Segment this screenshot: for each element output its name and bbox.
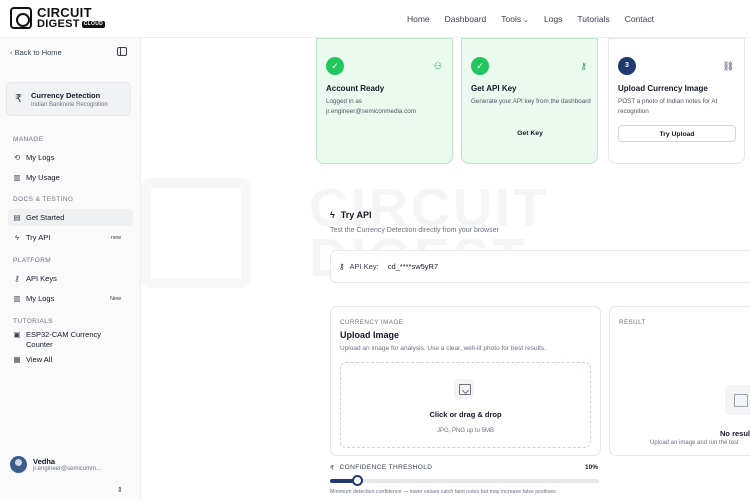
link-icon: ⛓ — [722, 61, 734, 71]
user-email: jr.engineer@semicomm... — [33, 466, 102, 472]
history-icon: ⟲ — [13, 153, 21, 162]
project-subtitle: Indian Banknote Recognition — [31, 102, 108, 108]
api-key-label: API Key: — [349, 262, 379, 271]
new-badge: New — [109, 295, 121, 302]
grid-icon: ▦ — [13, 355, 21, 364]
confidence-help: Minimum detection confidence — lower val… — [330, 489, 556, 495]
step-desc: Generate your API key from the dashboard — [471, 98, 591, 105]
bar-chart-icon: ▥ — [13, 294, 21, 303]
check-icon: ✓ — [326, 57, 344, 75]
step-card-upload: 3 ⛓ Upload Currency Image POST a photo o… — [608, 38, 745, 164]
step-card-api-key: ✓ ⚷ Get API Key Generate your API key fr… — [461, 38, 598, 164]
dropzone-title: Click or drag & drop — [429, 410, 502, 419]
upload-description: Upload an image for analysis. Use a clea… — [340, 345, 546, 352]
rupee-icon: ₹ — [330, 465, 335, 472]
rupee-icon: ₹ — [15, 93, 22, 105]
top-nav: Home Dashboard Tools ⌄ Logs Tutorials Con… — [407, 14, 654, 24]
result-empty-title: No resul — [720, 429, 750, 438]
circuit-digest-logo[interactable]: CIRCUIT DIGEST CLOUD — [10, 6, 106, 30]
try-api-subtitle: Test the Currency Detection directly fro… — [330, 227, 499, 234]
step-desc: POST a photo of Indian notes for AI reco… — [618, 98, 718, 115]
section-manage: MANAGE — [13, 136, 44, 143]
confidence-value: 10% — [585, 464, 599, 471]
key-icon: ⚷ — [580, 61, 587, 71]
step-title: Account Ready — [326, 84, 385, 93]
collapse-sidebar-icon[interactable] — [117, 47, 127, 56]
step-desc: Logged in as jr.engineer@semiconmedia.co… — [326, 98, 417, 115]
chevron-up-down-icon[interactable]: ⇕ — [117, 486, 123, 494]
result-label: RESULT — [619, 319, 646, 326]
sidebar-item-my-logs-platform[interactable]: ▥ My Logs New — [8, 290, 133, 307]
chevron-down-icon: ⌄ — [523, 17, 529, 24]
watermark-chip — [141, 178, 251, 288]
project-card[interactable]: ₹ Currency Detection Indian Banknote Rec… — [6, 82, 131, 116]
step-card-account: ✓ ⚇ Account Ready Logged in as jr.engine… — [316, 38, 453, 164]
upload-card: CURRENCY IMAGE Upload Image Upload an im… — [330, 306, 601, 456]
key-icon: ⚷ — [14, 274, 20, 283]
image-icon — [454, 379, 474, 399]
nav-contact[interactable]: Contact — [625, 14, 654, 24]
step-title: Upload Currency Image — [618, 84, 708, 93]
user-name: Vedha — [33, 457, 56, 466]
chip-logo-icon — [10, 7, 32, 29]
try-api-heading: ϟ Try API — [330, 210, 372, 220]
check-icon: ✓ — [471, 57, 489, 75]
user-menu[interactable]: Vedha jr.engineer@semicomm... — [10, 456, 101, 473]
upload-title: Upload Image — [340, 330, 400, 340]
step-title: Get API Key — [471, 84, 517, 93]
section-platform: PLATFORM — [13, 257, 52, 264]
api-key-field[interactable]: ⚷ API Key: cd_****sw5yR7 — [330, 250, 750, 283]
result-empty-subtitle: Upload an image and run the test — [650, 440, 739, 446]
nav-tutorials[interactable]: Tutorials — [577, 14, 609, 24]
section-tutorials: TUTORIALS — [13, 318, 53, 325]
bolt-icon: ϟ — [330, 210, 335, 220]
user-check-icon: ⚇ — [433, 61, 442, 71]
sidebar-item-try-api[interactable]: ϟ Try API new — [8, 229, 133, 246]
api-key-value: cd_****sw5yR7 — [387, 262, 439, 271]
sidebar: ‹ Back to Home ₹ Currency Detection Indi… — [0, 38, 141, 500]
section-docs: DOCS & TESTING — [13, 196, 74, 203]
key-icon: ⚷ — [339, 262, 345, 271]
sidebar-item-view-all[interactable]: ▦ View All — [8, 351, 133, 368]
slider-thumb[interactable] — [352, 475, 363, 486]
main-content: CIRCUITDIGEST ✓ ⚇ Account Ready Logged i… — [141, 38, 750, 500]
bar-chart-icon: ▥ — [13, 173, 21, 182]
get-key-button[interactable]: Get Key — [471, 125, 589, 142]
chip-icon: ▣ — [13, 330, 21, 339]
top-bar: CIRCUIT DIGEST CLOUD Home Dashboard Tool… — [0, 0, 750, 38]
back-to-home-link[interactable]: ‹ Back to Home — [10, 48, 62, 57]
logo-line2: DIGEST — [37, 18, 80, 30]
confidence-slider[interactable] — [330, 475, 599, 486]
avatar — [10, 456, 27, 473]
nav-logs[interactable]: Logs — [544, 14, 562, 24]
sidebar-item-my-usage[interactable]: ▥ My Usage — [8, 169, 133, 186]
dropzone-subtitle: JPG, PNG up to 5MB — [436, 428, 495, 434]
nav-tools[interactable]: Tools ⌄ — [501, 14, 529, 24]
image-dropzone[interactable]: Click or drag & drop JPG, PNG up to 5MB — [340, 362, 591, 448]
sidebar-item-api-keys[interactable]: ⚷ API Keys — [8, 270, 133, 287]
new-badge: new — [110, 234, 121, 241]
image-placeholder-icon — [725, 385, 750, 415]
document-icon: ▤ — [13, 213, 21, 222]
result-card: RESULT No resul Upload an image and run … — [609, 306, 750, 456]
upload-section-label: CURRENCY IMAGE — [340, 319, 404, 326]
step-number-badge: 3 — [618, 57, 636, 75]
sidebar-item-my-logs[interactable]: ⟲ My Logs — [8, 149, 133, 166]
project-title: Currency Detection — [31, 91, 101, 100]
nav-home[interactable]: Home — [407, 14, 430, 24]
sidebar-item-esp32-tutorial[interactable]: ▣ ESP32-CAM Currency Counter — [8, 328, 133, 350]
sidebar-item-get-started[interactable]: ▤ Get Started — [8, 209, 133, 226]
try-upload-button[interactable]: Try Upload — [618, 125, 736, 142]
nav-dashboard[interactable]: Dashboard — [445, 14, 487, 24]
confidence-label: ₹ CONFIDENCE THRESHOLD — [330, 464, 433, 472]
bolt-icon: ϟ — [15, 233, 19, 242]
logo-tag: CLOUD — [81, 21, 106, 28]
